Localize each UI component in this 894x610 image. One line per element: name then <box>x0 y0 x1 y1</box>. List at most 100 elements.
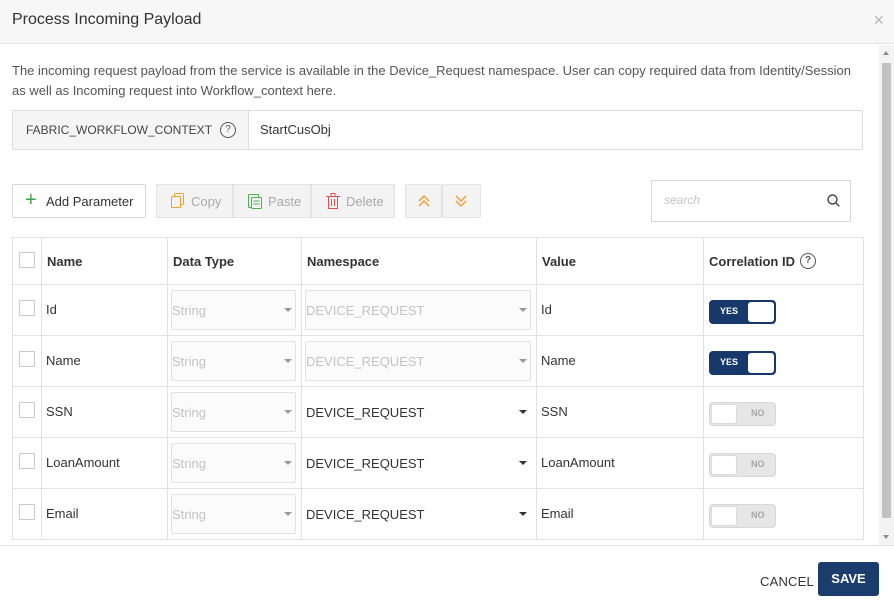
double-chevron-up-icon <box>417 194 431 211</box>
row-checkbox[interactable] <box>19 402 35 418</box>
workflow-context-row: FABRIC_WORKFLOW_CONTEXT ? StartCusObj <box>12 110 863 150</box>
data-type-select: String <box>171 392 296 432</box>
move-down-button[interactable] <box>442 184 481 218</box>
value-text: Email <box>541 506 574 521</box>
value-cell[interactable]: Id <box>536 284 704 336</box>
table-row: SSN String DEVICE_REQUEST SSN NO <box>12 386 864 438</box>
paste-label: Paste <box>268 194 302 209</box>
correlation-cell: YES <box>703 335 864 387</box>
value-text: Name <box>541 353 576 368</box>
name-cell[interactable]: LoanAmount <box>41 437 168 489</box>
help-icon[interactable]: ? <box>220 122 236 138</box>
namespace-select[interactable]: DEVICE_REQUEST <box>305 494 531 534</box>
scroll-down-arrow-icon[interactable] <box>883 535 889 539</box>
data-type-value: String <box>172 354 206 369</box>
data-type-cell: String <box>167 437 302 489</box>
row-checkbox[interactable] <box>19 351 35 367</box>
caret-down-icon <box>284 359 292 363</box>
namespace-select: DEVICE_REQUEST <box>305 290 531 330</box>
row-checkbox[interactable] <box>19 300 35 316</box>
toggle-state-label: YES <box>720 306 739 316</box>
correlation-toggle[interactable]: NO <box>709 504 776 528</box>
process-incoming-payload-dialog: Process Incoming Payload × The incoming … <box>0 0 894 610</box>
correlation-cell: NO <box>703 437 864 489</box>
namespace-column-header: Namespace <box>301 237 537 285</box>
delete-button[interactable]: Delete <box>311 184 395 218</box>
caret-down-icon <box>519 410 527 414</box>
caret-down-icon <box>284 410 292 414</box>
caret-down-icon <box>519 359 527 363</box>
copy-button[interactable]: Copy <box>156 184 233 218</box>
dialog-header: Process Incoming Payload × <box>0 0 894 44</box>
copy-icon <box>171 193 185 212</box>
close-icon[interactable]: × <box>873 10 884 30</box>
cancel-button[interactable]: CANCEL <box>760 574 814 589</box>
correlation-cell: YES <box>703 284 864 336</box>
correlation-toggle[interactable]: YES <box>709 300 776 324</box>
toggle-state-label: NO <box>751 510 765 520</box>
namespace-cell: DEVICE_REQUEST <box>301 284 537 336</box>
value-cell[interactable]: Name <box>536 335 704 387</box>
data-type-value: String <box>172 507 206 522</box>
caret-down-icon <box>519 308 527 312</box>
name-cell[interactable]: SSN <box>41 386 168 438</box>
data-type-value: String <box>172 456 206 471</box>
help-icon[interactable]: ? <box>800 253 816 269</box>
caret-down-icon <box>284 512 292 516</box>
value-cell[interactable]: LoanAmount <box>536 437 704 489</box>
workflow-context-label: FABRIC_WORKFLOW_CONTEXT <box>26 123 213 137</box>
namespace-header-label: Namespace <box>307 254 380 269</box>
row-select-cell <box>12 386 42 438</box>
value-cell[interactable]: Email <box>536 488 704 540</box>
correlation-toggle[interactable]: NO <box>709 453 776 477</box>
namespace-cell: DEVICE_REQUEST <box>301 488 537 540</box>
data-type-header-label: Data Type <box>173 254 235 269</box>
save-button[interactable]: SAVE <box>818 562 879 596</box>
correlation-toggle[interactable]: YES <box>709 351 776 375</box>
select-all-checkbox[interactable] <box>19 252 35 268</box>
toggle-knob <box>748 353 774 373</box>
description-text: The incoming request payload from the se… <box>12 63 851 98</box>
name-cell[interactable]: Id <box>41 284 168 336</box>
row-checkbox[interactable] <box>19 504 35 520</box>
toggle-state-label: NO <box>751 459 765 469</box>
correlation-id-header-label: Correlation ID <box>709 254 795 269</box>
namespace-value: DEVICE_REQUEST <box>306 405 425 420</box>
vertical-scrollbar[interactable] <box>879 45 894 545</box>
trash-icon <box>326 193 340 212</box>
name-value: Name <box>46 353 81 368</box>
caret-down-icon <box>519 512 527 516</box>
value-cell[interactable]: SSN <box>536 386 704 438</box>
table-header-row: Name Data Type Namespace Value Correlati… <box>12 237 864 285</box>
scrollbar-thumb[interactable] <box>882 63 891 518</box>
data-type-select: String <box>171 494 296 534</box>
add-parameter-button[interactable]: + Add Parameter <box>12 184 146 218</box>
value-header-label: Value <box>542 254 576 269</box>
paste-button[interactable]: Paste <box>233 184 311 218</box>
data-type-cell: String <box>167 335 302 387</box>
workflow-context-input[interactable]: StartCusObj <box>260 122 331 137</box>
name-value: Id <box>46 302 57 317</box>
toggle-state-label: NO <box>751 408 765 418</box>
select-all-cell <box>12 237 42 285</box>
delete-label: Delete <box>346 194 384 209</box>
name-cell[interactable]: Email <box>41 488 168 540</box>
name-value: Email <box>46 506 79 521</box>
parameters-table: Name Data Type Namespace Value Correlati… <box>12 237 864 540</box>
namespace-select[interactable]: DEVICE_REQUEST <box>305 392 531 432</box>
move-up-button[interactable] <box>405 184 442 218</box>
namespace-select: DEVICE_REQUEST <box>305 341 531 381</box>
toggle-knob <box>711 404 737 424</box>
correlation-toggle[interactable]: NO <box>709 402 776 426</box>
data-type-cell: String <box>167 386 302 438</box>
search-input[interactable] <box>662 192 816 208</box>
scroll-up-arrow-icon[interactable] <box>883 51 889 55</box>
namespace-select[interactable]: DEVICE_REQUEST <box>305 443 531 483</box>
namespace-cell: DEVICE_REQUEST <box>301 437 537 489</box>
caret-down-icon <box>519 461 527 465</box>
paste-icon <box>248 193 262 212</box>
search-icon[interactable] <box>827 194 840 212</box>
caret-down-icon <box>284 461 292 465</box>
row-checkbox[interactable] <box>19 453 35 469</box>
name-cell[interactable]: Name <box>41 335 168 387</box>
